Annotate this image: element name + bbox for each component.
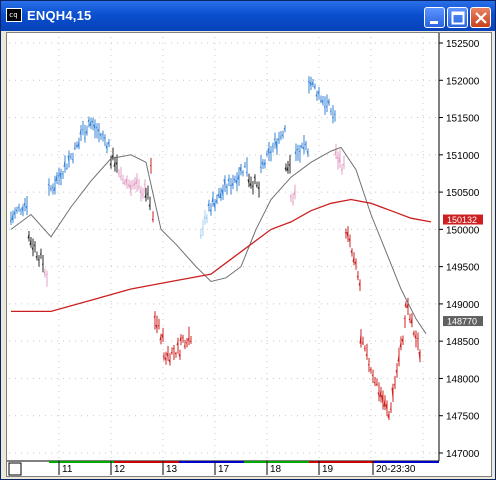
x-axis: 11 12 13 17 18 19 20-23:30 xyxy=(7,460,491,476)
y-tick-label: 149500 xyxy=(446,263,480,274)
y-tick-label: 151500 xyxy=(446,114,480,125)
price-bar-tick xyxy=(373,381,376,384)
price-bar-tick xyxy=(172,347,175,350)
price-bar-tick xyxy=(121,179,124,181)
y-tick-label: 152000 xyxy=(446,76,480,87)
price-bar-tick xyxy=(393,384,396,386)
price-bar-tick xyxy=(255,184,258,187)
price-bar-tick xyxy=(361,342,364,344)
chart-window: cq ENQH4,15 152500 152000 151500 151000 1505… xyxy=(0,0,496,480)
x-tick-label: 13 xyxy=(166,464,178,475)
price-chart[interactable]: 152500 152000 151500 151000 150500 150000 1495… xyxy=(7,33,491,476)
title-bar[interactable]: cq ENQH4,15 xyxy=(1,1,495,31)
y-axis: 152500 152000 151500 151000 150500 150000 1495… xyxy=(438,33,480,461)
y-tick-label: 149000 xyxy=(446,300,480,311)
price-bar-tick xyxy=(131,184,134,187)
y-tick-label: 150500 xyxy=(446,188,480,199)
session-color-strip xyxy=(179,461,244,463)
price-bar-tick xyxy=(162,356,165,358)
y-tick-label: 147500 xyxy=(446,412,480,423)
maximize-button[interactable] xyxy=(447,7,468,28)
price-bar-tick xyxy=(69,155,72,158)
price-bar-tick xyxy=(170,351,173,354)
y-tick-label: 152500 xyxy=(446,39,480,50)
price-bar-tick xyxy=(325,105,328,108)
chart-app-icon[interactable]: cq xyxy=(6,8,22,22)
minimize-icon xyxy=(430,21,438,24)
price-bar-tick xyxy=(243,165,246,168)
price-tag-label: 148770 xyxy=(447,317,477,327)
price-bar-tick xyxy=(323,106,326,108)
price-bar-tick xyxy=(189,340,192,343)
price-bar-tick xyxy=(403,317,406,320)
x-tick-label: 11 xyxy=(62,464,73,475)
price-bar-tick xyxy=(201,227,204,229)
grid xyxy=(9,37,437,461)
price-tag-label: 150132 xyxy=(447,215,477,225)
session-color-strip xyxy=(114,461,179,463)
y-tick-label: 148500 xyxy=(446,337,480,348)
x-axis-band xyxy=(7,461,491,476)
x-tick-label: 19 xyxy=(322,464,334,475)
price-bar-tick xyxy=(33,244,36,247)
price-bar-tick xyxy=(143,183,146,186)
price-bar-tick xyxy=(375,383,378,385)
minimize-button[interactable] xyxy=(424,7,445,28)
x-tick-label: 12 xyxy=(114,464,126,475)
price-bar-tick xyxy=(174,352,177,355)
price-bar-tick xyxy=(363,348,366,350)
maximize-icon xyxy=(451,11,465,25)
y-tick-label: 147000 xyxy=(446,449,480,460)
close-icon xyxy=(475,12,487,24)
price-bar-tick xyxy=(81,128,84,131)
session-color-strip xyxy=(244,461,309,463)
x-tick-label: 17 xyxy=(218,464,230,475)
y-tick-label: 151000 xyxy=(446,151,480,162)
session-color-strip xyxy=(374,461,439,463)
price-bar-tick xyxy=(273,138,276,141)
price-bar-tick xyxy=(119,175,122,178)
scroll-handle xyxy=(8,462,22,476)
x-tick-label: 20-23:30 xyxy=(376,464,416,475)
price-bar-tick xyxy=(73,147,76,149)
price-bar-tick xyxy=(389,408,392,410)
chart-area[interactable]: 152500 152000 151500 151000 150500 150000 1495… xyxy=(6,32,492,477)
window-title: ENQH4,15 xyxy=(27,8,92,23)
y-tick-label: 150000 xyxy=(446,225,480,236)
x-tick-label: 18 xyxy=(270,464,282,475)
ma-slow-line xyxy=(11,198,432,313)
price-bar-tick xyxy=(137,186,140,188)
y-tick-label: 148000 xyxy=(446,374,480,385)
price-bar-tick xyxy=(259,166,262,169)
close-button[interactable] xyxy=(470,7,491,28)
